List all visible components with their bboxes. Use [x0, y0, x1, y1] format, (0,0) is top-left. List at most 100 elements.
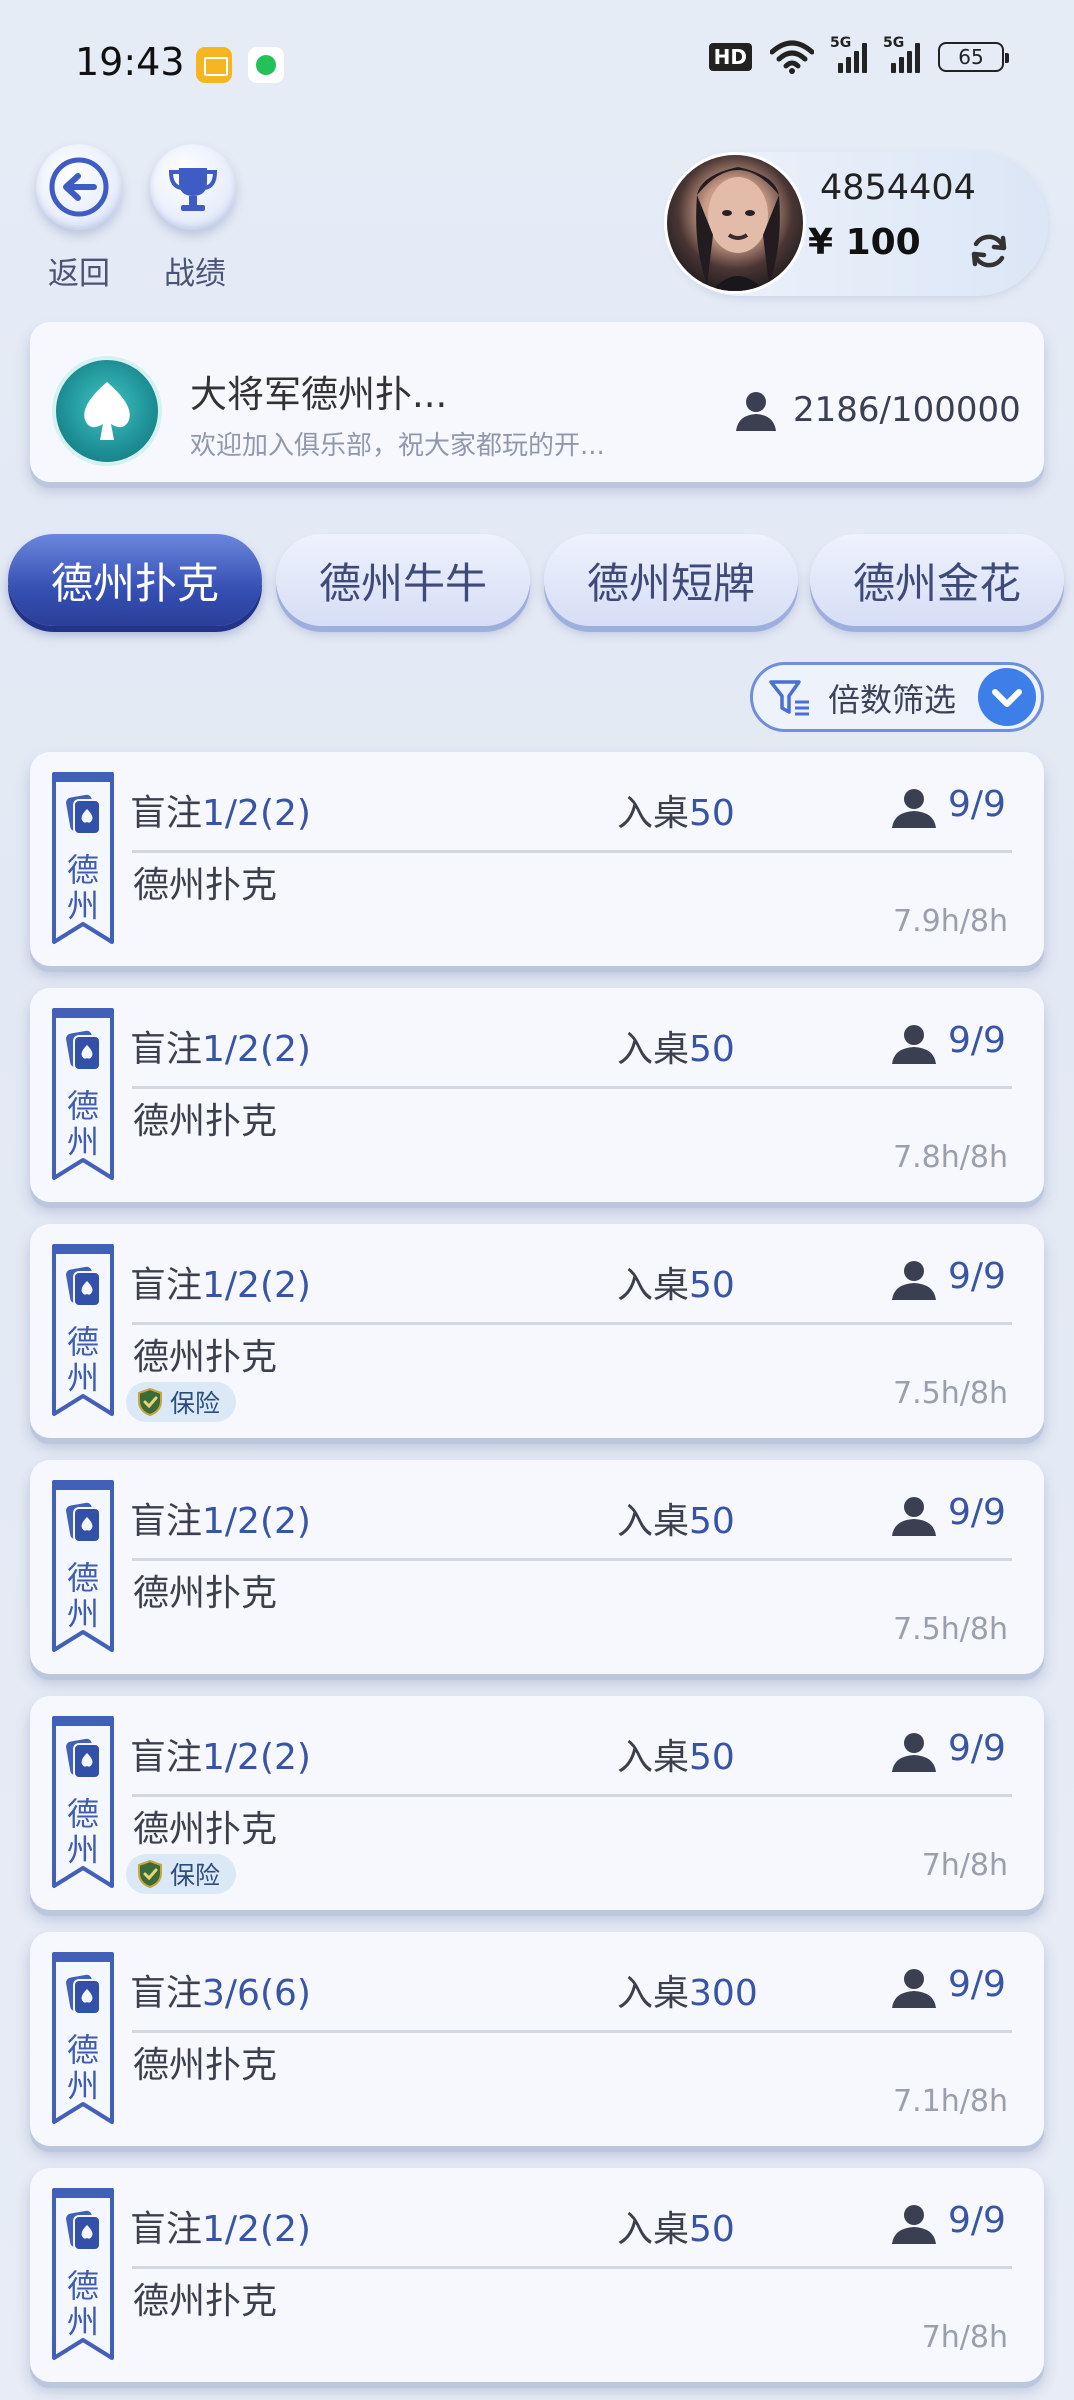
buy-in-value: 50 — [689, 1265, 735, 1306]
blinds: 盲注1/2(2) — [130, 1728, 311, 1780]
buy-in-value: 300 — [689, 1973, 758, 2014]
blinds-prefix: 盲注 — [130, 1029, 203, 1070]
player-count: 9/9 — [948, 1492, 1006, 1533]
player-count: 9/9 — [948, 2200, 1006, 2241]
players-icon — [892, 1025, 936, 1064]
table-badge-text: 德州 — [66, 1087, 99, 1161]
buy-in-prefix: 入桌 — [617, 793, 690, 834]
game-name: 德州扑克 — [133, 1573, 278, 1614]
row-divider — [132, 1322, 1012, 1325]
avatar[interactable] — [664, 152, 806, 294]
blinds-value: 1/2(2) — [202, 2209, 311, 2250]
status-time: 19:43 — [75, 40, 185, 84]
player-count: 9/9 — [948, 1964, 1006, 2005]
buy-in-value: 50 — [689, 2209, 735, 2250]
buy-in: 入桌50 — [617, 1256, 735, 1308]
tab-texas-jinhua[interactable]: 德州金花 — [810, 534, 1064, 626]
buy-in: 入桌50 — [617, 1728, 735, 1780]
blinds-value: 1/2(2) — [202, 1029, 311, 1070]
buy-in-value: 50 — [689, 1501, 735, 1542]
blinds: 盲注1/2(2) — [130, 2200, 311, 2252]
table-badge-text: 德州 — [66, 2031, 99, 2105]
buy-in-prefix: 入桌 — [617, 1973, 690, 2014]
refresh-icon[interactable] — [968, 230, 1010, 272]
table-duration: 7h/8h — [921, 1848, 1008, 1883]
back-button[interactable] — [36, 144, 122, 230]
mail-notification-icon — [196, 47, 232, 83]
player-count: 9/9 — [948, 1728, 1006, 1769]
hd-voice-icon: HD — [708, 43, 752, 71]
record-label: 战绩 — [164, 256, 226, 292]
table-duration: 7.5h/8h — [893, 1376, 1008, 1411]
blinds: 盲注1/2(2) — [130, 784, 311, 836]
members-icon — [736, 392, 776, 431]
blinds-value: 1/2(2) — [202, 793, 311, 834]
filter-dropdown[interactable] — [978, 668, 1036, 726]
buy-in-value: 50 — [689, 793, 735, 834]
user-id: 4854404 — [820, 168, 976, 208]
buy-in: 入桌50 — [617, 2200, 735, 2252]
game-name: 德州扑克 — [133, 865, 278, 906]
game-name: 德州扑克 — [133, 2281, 278, 2322]
game-name: 德州扑克 — [133, 2045, 278, 2086]
table-duration: 7h/8h — [921, 2320, 1008, 2355]
row-divider — [132, 850, 1012, 853]
table-duration: 7.5h/8h — [893, 1612, 1008, 1647]
blinds-value: 1/2(2) — [202, 1265, 311, 1306]
chevron-down-icon — [992, 689, 1022, 707]
buy-in: 入桌50 — [617, 784, 735, 836]
message-notification-icon — [248, 47, 284, 83]
buy-in: 入桌50 — [617, 1020, 735, 1072]
players-icon — [892, 1261, 936, 1300]
tab-texas-holdem[interactable]: 德州扑克 — [8, 534, 262, 626]
buy-in-prefix: 入桌 — [617, 1029, 690, 1070]
row-divider — [132, 1086, 1012, 1089]
blinds: 盲注1/2(2) — [130, 1020, 311, 1072]
blinds-prefix: 盲注 — [130, 1501, 203, 1542]
player-count: 9/9 — [948, 784, 1006, 825]
member-count: 2186/100000 — [793, 390, 1021, 430]
table-badge-text: 德州 — [66, 1795, 99, 1869]
arrow-left-icon — [49, 157, 109, 217]
blinds: 盲注1/2(2) — [130, 1492, 311, 1544]
tab-short-deck[interactable]: 德州短牌 — [544, 534, 798, 626]
player-count: 9/9 — [948, 1256, 1006, 1297]
blinds-value: 1/2(2) — [202, 1501, 311, 1542]
game-name: 德州扑克 — [133, 1101, 278, 1142]
battery-icon: 65 — [938, 42, 1009, 72]
tab-texas-niuniu[interactable]: 德州牛牛 — [276, 534, 530, 626]
club-name: 大将军德州扑... — [190, 373, 448, 416]
blinds: 盲注1/2(2) — [130, 1256, 311, 1308]
game-name: 德州扑克 — [133, 1337, 278, 1378]
buy-in-prefix: 入桌 — [617, 1737, 690, 1778]
table-badge-text: 德州 — [66, 1323, 99, 1397]
players-icon — [892, 1497, 936, 1536]
trophy-icon — [168, 168, 218, 211]
buy-in-prefix: 入桌 — [617, 1265, 690, 1306]
row-divider — [132, 2266, 1012, 2269]
buy-in-prefix: 入桌 — [617, 1501, 690, 1542]
insurance-label: 保险 — [170, 1861, 221, 1890]
shield-icon — [138, 1387, 162, 1417]
blinds-prefix: 盲注 — [130, 1265, 203, 1306]
table-duration: 7.8h/8h — [893, 1140, 1008, 1175]
blinds-prefix: 盲注 — [130, 1973, 203, 2014]
status-bar: 19:43 HD 5G 5G 65 — [0, 0, 1074, 130]
table-duration: 7.9h/8h — [893, 904, 1008, 939]
buy-in-value: 50 — [689, 1029, 735, 1070]
players-icon — [892, 789, 936, 828]
blinds-value: 1/2(2) — [202, 1737, 311, 1778]
game-name: 德州扑克 — [133, 1809, 278, 1850]
players-icon — [892, 1733, 936, 1772]
spade-icon — [84, 382, 130, 440]
record-button[interactable] — [150, 144, 236, 230]
club-logo — [52, 356, 162, 466]
buy-in: 入桌300 — [617, 1964, 758, 2016]
shield-icon — [138, 1859, 162, 1889]
row-divider — [132, 2030, 1012, 2033]
balance: ¥ 100 — [808, 222, 921, 263]
blinds-prefix: 盲注 — [130, 1737, 203, 1778]
filter-label: 倍数筛选 — [828, 681, 957, 719]
cellular-signal-icon: 5G — [830, 35, 867, 73]
insurance-badge: 保险 — [126, 1382, 237, 1422]
